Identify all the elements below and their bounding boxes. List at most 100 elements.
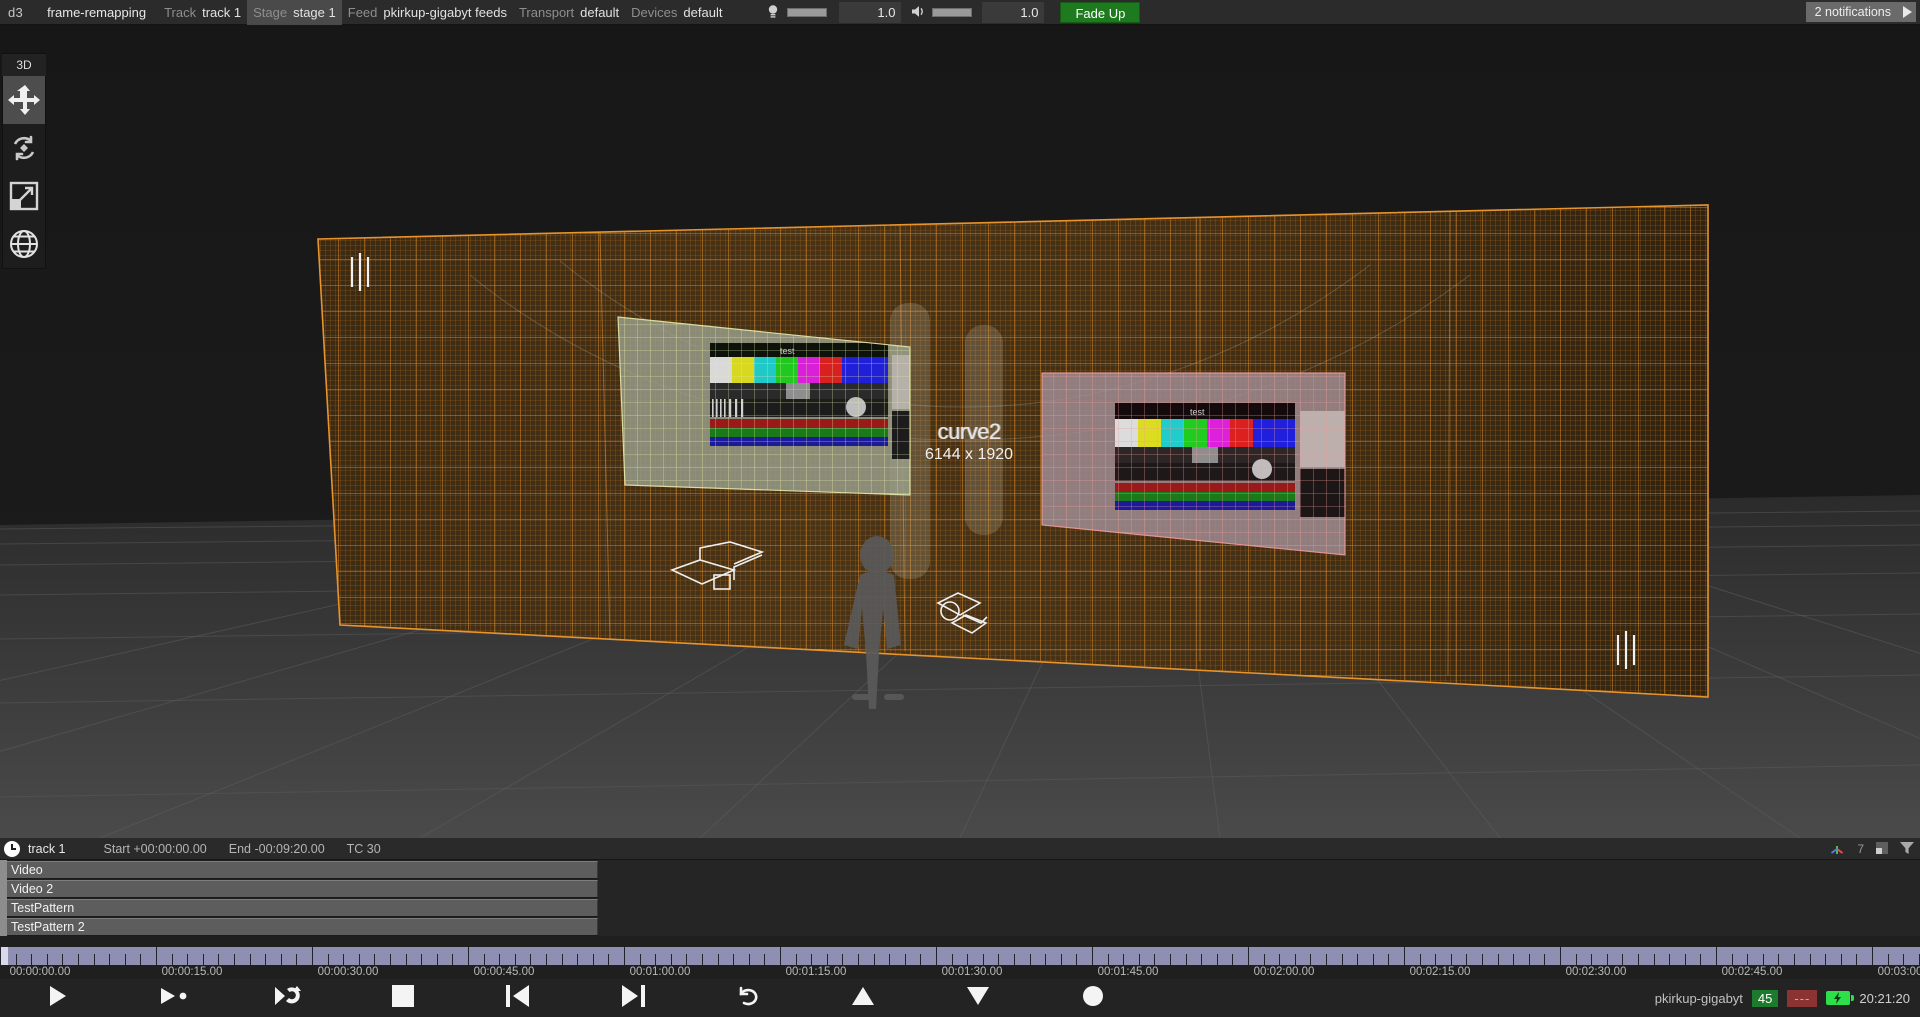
filter-icon[interactable] — [1900, 842, 1914, 857]
undo-icon — [736, 984, 760, 1013]
layer-clip-bar[interactable]: TestPattern — [7, 899, 598, 916]
layer-drag-handle[interactable] — [0, 898, 7, 917]
stop-icon — [392, 985, 414, 1012]
stage-3d-viewport[interactable]: test — [0, 25, 1920, 838]
fps-badge: 45 — [1752, 990, 1778, 1007]
ruler-minor-tick — [390, 954, 391, 965]
menu-feed[interactable]: Feed pkirkup-gigabyt feeds — [342, 0, 513, 25]
axis-gizmo-icon[interactable] — [1829, 840, 1845, 859]
ruler-minor-tick — [62, 954, 63, 965]
layer-count-label: 7 — [1857, 842, 1864, 856]
play-to-cue-button[interactable] — [115, 979, 230, 1017]
project-title[interactable]: frame-remapping — [33, 5, 158, 20]
ruler-minor-tick — [1825, 954, 1826, 965]
timeline-ruler-labels: 00:00:00.0000:00:15.0000:00:30.0000:00:4… — [0, 965, 1920, 979]
menu-stage[interactable]: Stage stage 1 — [247, 0, 342, 25]
notifications-label: 2 notifications — [1815, 2, 1891, 22]
brightness-slider[interactable] — [787, 8, 827, 17]
ruler-minor-tick — [1154, 954, 1155, 965]
ruler-minor-tick — [905, 954, 906, 965]
ruler-minor-tick — [1498, 954, 1499, 965]
ruler-minor-tick — [1201, 954, 1202, 965]
menu-transport[interactable]: Transport default — [513, 0, 625, 25]
play-icon — [46, 984, 70, 1013]
ruler-minor-tick — [733, 954, 734, 965]
ruler-minor-tick — [1279, 954, 1280, 965]
record-button[interactable] — [1035, 979, 1150, 1017]
ruler-minor-tick — [1108, 954, 1109, 965]
ruler-minor-tick — [1014, 954, 1015, 965]
timeline-ruler[interactable]: 00:00:00.0000:00:15.0000:00:30.0000:00:4… — [0, 947, 1920, 979]
ruler-time-label: 00:02:00.00 — [1254, 965, 1315, 979]
master-brightness-control[interactable] — [766, 4, 827, 20]
timeline-track-name[interactable]: track 1 — [28, 842, 66, 856]
projector-output-2: test — [1042, 373, 1348, 555]
viewport-tool-palette: 3D — [2, 53, 46, 269]
cue-up-button[interactable] — [805, 979, 920, 1017]
layer-name-label: TestPattern 2 — [7, 920, 85, 934]
ruler-major-tick — [780, 947, 781, 965]
ruler-minor-tick — [1576, 954, 1577, 965]
ruler-minor-tick — [1186, 954, 1187, 965]
layer-empty-area[interactable] — [598, 860, 1920, 879]
layer-clip-bar[interactable]: Video 2 — [7, 880, 598, 897]
ruler-minor-tick — [920, 954, 921, 965]
menu-track[interactable]: Track track 1 — [158, 0, 247, 25]
ruler-minor-tick — [1466, 954, 1467, 965]
layer-empty-area[interactable] — [598, 917, 1920, 936]
projection-surface-curve2 — [318, 205, 1708, 697]
ruler-minor-tick — [1420, 954, 1421, 965]
scale-tool-button[interactable] — [3, 172, 45, 220]
loop-button[interactable] — [230, 979, 345, 1017]
notifications-button[interactable]: 2 notifications — [1806, 2, 1916, 22]
cue-down-button[interactable] — [920, 979, 1035, 1017]
timeline-playhead[interactable] — [0, 947, 8, 965]
layers-icon[interactable] — [1876, 842, 1888, 857]
ruler-time-label: 00:02:30.00 — [1566, 965, 1627, 979]
previous-cue-button[interactable] — [460, 979, 575, 1017]
ruler-minor-tick — [546, 954, 547, 965]
layer-drag-handle[interactable] — [0, 860, 7, 879]
ruler-minor-tick — [16, 954, 17, 965]
layer-clip-bar[interactable]: Video — [7, 861, 598, 878]
ruler-minor-tick — [1747, 954, 1748, 965]
timeline-layer-row[interactable]: Video — [0, 860, 1920, 879]
ruler-minor-tick — [1264, 954, 1265, 965]
app-logo[interactable]: d3 — [0, 5, 33, 20]
ruler-minor-tick — [1607, 954, 1608, 965]
volume-value-field[interactable]: 1.0 — [982, 2, 1044, 23]
master-value-field[interactable]: 1.0 — [839, 2, 901, 23]
globe-tool-button[interactable] — [3, 220, 45, 268]
ruler-minor-tick — [874, 954, 875, 965]
ruler-minor-tick — [1326, 954, 1327, 965]
master-volume-control[interactable] — [911, 4, 972, 20]
timeline-layer-row[interactable]: Video 2 — [0, 879, 1920, 898]
menu-devices[interactable]: Devices default — [625, 0, 728, 25]
layer-clip-bar[interactable]: TestPattern 2 — [7, 918, 598, 935]
layer-drag-handle[interactable] — [0, 917, 7, 936]
fade-up-button[interactable]: Fade Up — [1060, 2, 1140, 23]
timeline-timecode-label: TC 30 — [347, 842, 381, 856]
volume-slider[interactable] — [932, 8, 972, 17]
next-icon — [620, 985, 646, 1012]
viewport-mode-label[interactable]: 3D — [2, 54, 46, 76]
layer-drag-handle[interactable] — [0, 879, 7, 898]
menu-devices-key: Devices — [631, 5, 677, 20]
layer-empty-area[interactable] — [598, 879, 1920, 898]
back-button[interactable] — [690, 979, 805, 1017]
timeline-layer-row[interactable]: TestPattern — [0, 898, 1920, 917]
timeline-layer-row[interactable]: TestPattern 2 — [0, 917, 1920, 936]
move-tool-button[interactable] — [3, 76, 45, 124]
stop-button[interactable] — [345, 979, 460, 1017]
rotate-tool-button[interactable] — [3, 124, 45, 172]
ruler-minor-tick — [702, 954, 703, 965]
next-cue-button[interactable] — [575, 979, 690, 1017]
ruler-minor-tick — [1685, 954, 1686, 965]
ruler-minor-tick — [1732, 954, 1733, 965]
triangle-down-icon — [967, 987, 989, 1010]
layer-empty-area[interactable] — [598, 898, 1920, 917]
timeline-ruler-ticks[interactable] — [0, 947, 1920, 965]
timecode-clock-icon[interactable] — [4, 841, 20, 857]
play-button[interactable] — [0, 979, 115, 1017]
menu-devices-value: default — [683, 5, 722, 20]
